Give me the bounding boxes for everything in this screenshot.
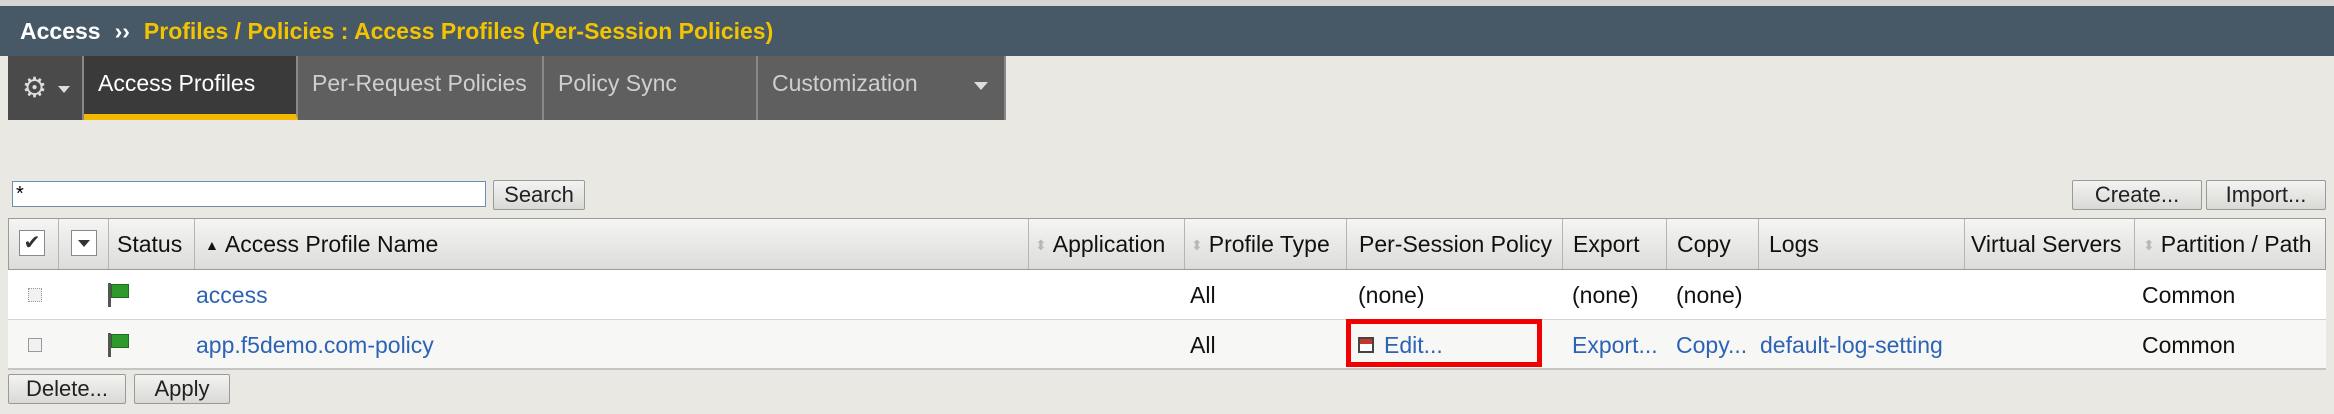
partition-cell: Common [2142, 332, 2236, 358]
import-button[interactable]: Import... [2206, 180, 2326, 210]
column-header-partition-path[interactable]: ⬍ Partition / Path [2135, 219, 2327, 269]
table-header: ✔ Status ▲ Access Profile Name ⬍ Applicati… [8, 218, 2326, 270]
copy-cell: (none) [1676, 282, 1743, 308]
select-menu-cell [59, 219, 109, 269]
profile-type-cell: All [1190, 282, 1216, 308]
tab-policy-sync[interactable]: Policy Sync [544, 56, 758, 120]
sort-ascending-icon: ▲ [205, 237, 219, 253]
row-checkbox[interactable] [28, 288, 42, 302]
table-footer-divider [8, 368, 2326, 370]
select-options-dropdown[interactable] [71, 230, 97, 256]
tab-per-request-policies[interactable]: Per-Request Policies [298, 56, 544, 120]
create-button[interactable]: Create... [2072, 180, 2202, 210]
tab-customization[interactable]: Customization [758, 56, 1006, 120]
select-all-cell: ✔ [9, 219, 59, 269]
tab-customization-label: Customization [772, 70, 918, 96]
table-row: app.f5demo.com-policy All Edit... Export… [8, 320, 2326, 370]
column-header-label: Profile Type [1208, 231, 1330, 257]
column-header-per-session-policy: Per-Session Policy [1347, 219, 1563, 269]
gear-menu-button[interactable]: ⚙ [8, 56, 84, 120]
column-header-application[interactable]: ⬍ Application [1029, 219, 1185, 269]
select-all-checkbox[interactable]: ✔ [19, 230, 45, 256]
table-row: access All (none) (none) (none) Common [8, 270, 2326, 320]
column-header-label: Access Profile Name [224, 231, 439, 257]
gear-icon: ⚙ [22, 72, 48, 103]
tab-access-profiles[interactable]: Access Profiles [84, 56, 298, 120]
apply-button[interactable]: Apply [134, 374, 230, 404]
column-header-label: Application [1052, 231, 1166, 257]
column-header-profile-type[interactable]: ⬍ Profile Type [1185, 219, 1347, 269]
column-header-status[interactable]: Status [109, 219, 195, 269]
copy-link[interactable]: Copy... [1676, 320, 1747, 370]
profile-name-link[interactable]: access [196, 270, 268, 320]
chevron-down-icon [58, 86, 70, 93]
profile-type-cell: All [1190, 332, 1216, 358]
search-button[interactable]: Search [493, 180, 585, 210]
row-checkbox[interactable] [28, 338, 42, 352]
column-header-label: Partition / Path [2160, 231, 2312, 257]
status-flag-icon [108, 283, 130, 307]
tab-bar: ⚙ Access Profiles Per-Request Policies P… [8, 56, 1006, 120]
logs-link[interactable]: default-log-setting [1760, 320, 1943, 370]
profile-name-link[interactable]: app.f5demo.com-policy [196, 320, 434, 370]
column-header-export: Export [1563, 219, 1667, 269]
breadcrumb: Access ›› Profiles / Policies : Access Pro… [0, 6, 2334, 56]
column-header-copy: Copy [1667, 219, 1759, 269]
breadcrumb-separator-icon: ›› [114, 18, 130, 44]
breadcrumb-current: Profiles / Policies : Access Profiles (P… [143, 18, 774, 44]
column-header-access-profile-name[interactable]: ▲ Access Profile Name [195, 219, 1029, 269]
export-link[interactable]: Export... [1572, 320, 1658, 370]
delete-button[interactable]: Delete... [8, 374, 126, 404]
profiles-table: ✔ Status ▲ Access Profile Name ⬍ Applicati… [8, 218, 2326, 370]
sort-icon: ⬍ [2143, 237, 2155, 253]
chevron-down-icon [974, 82, 988, 90]
search-input[interactable] [12, 181, 486, 207]
export-cell: (none) [1572, 282, 1639, 308]
per-session-policy-cell: (none) [1358, 282, 1425, 308]
column-header-logs: Logs [1759, 219, 1965, 269]
status-flag-icon [108, 333, 130, 357]
sort-icon: ⬍ [1191, 237, 1203, 253]
sort-icon: ⬍ [1035, 237, 1047, 253]
breadcrumb-root[interactable]: Access [20, 18, 101, 44]
column-header-virtual-servers: Virtual Servers [1965, 219, 2135, 269]
highlight-box [1346, 319, 1542, 367]
partition-cell: Common [2142, 282, 2236, 308]
